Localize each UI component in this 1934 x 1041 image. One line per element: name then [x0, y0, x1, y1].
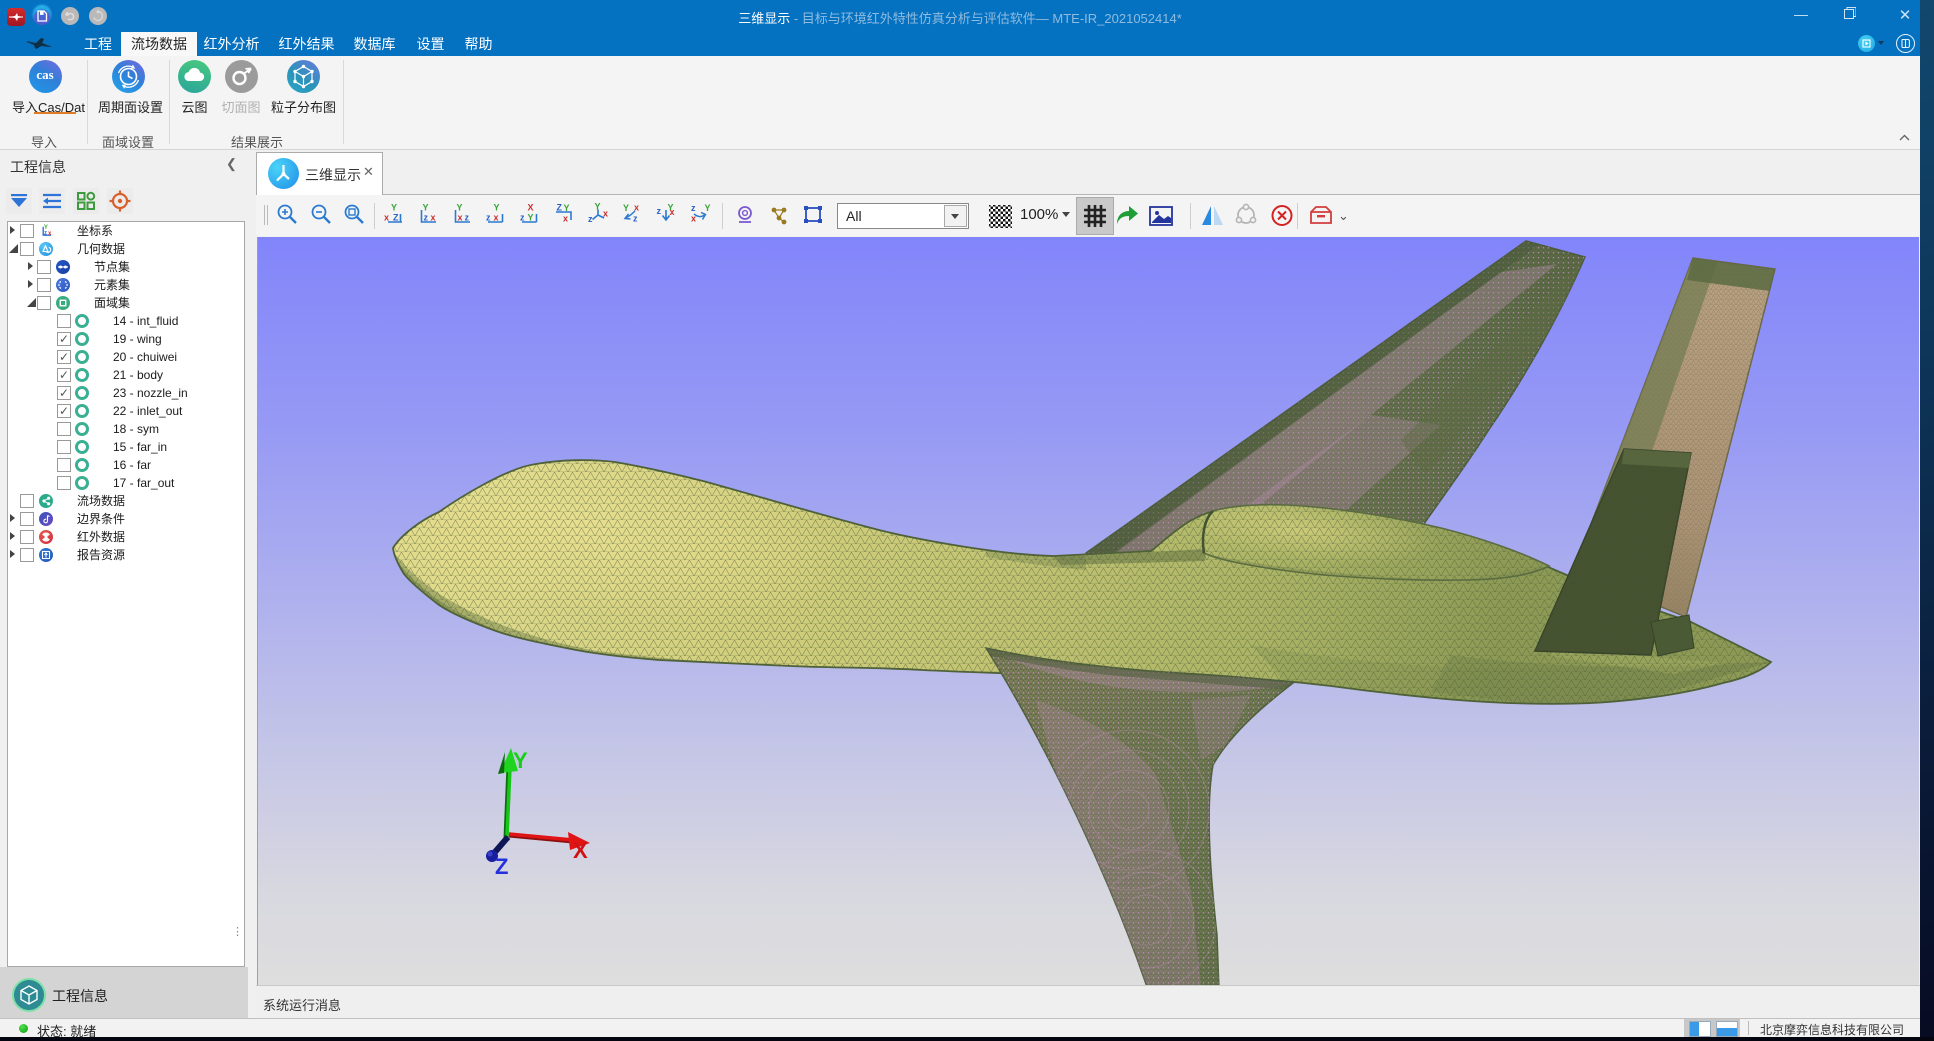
svg-text:Y: Y: [423, 203, 429, 213]
svg-text:Y: Y: [494, 203, 500, 213]
svg-text:x: x: [603, 209, 608, 219]
svg-text:Z: Z: [393, 213, 399, 223]
svg-text:x: x: [384, 213, 389, 223]
svg-text:Y: Y: [391, 203, 397, 213]
svg-text:z: z: [588, 214, 593, 224]
svg-text:z: z: [520, 213, 525, 223]
svg-text:x: x: [670, 207, 675, 217]
svg-text:x: x: [458, 213, 463, 223]
svg-text:z: z: [691, 203, 696, 213]
svg-text:x: x: [563, 214, 568, 224]
svg-text:x: x: [494, 213, 499, 223]
svg-text:Z: Z: [495, 854, 508, 879]
svg-text:Y: Y: [705, 203, 711, 213]
svg-text:z: z: [486, 213, 491, 223]
svg-text:x: x: [634, 203, 639, 213]
svg-text:Y: Y: [513, 748, 528, 773]
svg-text:Y: Y: [623, 203, 629, 213]
svg-text:z: z: [657, 206, 662, 216]
svg-text:X: X: [573, 838, 588, 863]
svg-text:Y: Y: [457, 203, 463, 213]
svg-text:x: x: [431, 213, 436, 223]
svg-text:x: x: [691, 214, 696, 224]
svg-text:z: z: [44, 231, 47, 237]
svg-text:Y: Y: [564, 203, 570, 213]
svg-text:z: z: [424, 213, 429, 223]
svg-text:z: z: [633, 214, 638, 224]
svg-text:x: x: [48, 231, 52, 237]
svg-text:z: z: [465, 213, 470, 223]
svg-text:Y: Y: [528, 213, 534, 223]
svg-text:Y: Y: [595, 202, 601, 212]
svg-text:Z: Z: [557, 203, 563, 213]
svg-text:X: X: [528, 203, 534, 213]
